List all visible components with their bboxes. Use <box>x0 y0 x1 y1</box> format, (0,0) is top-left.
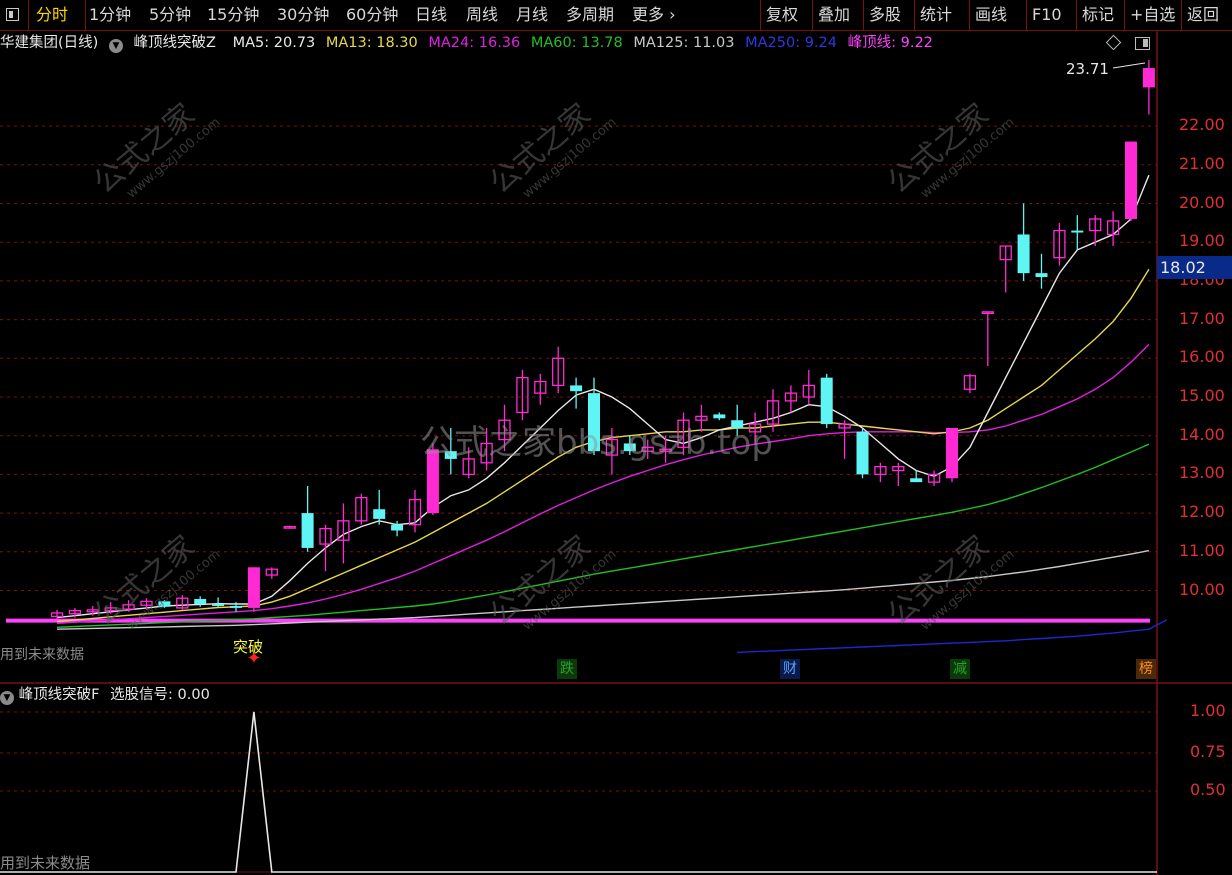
peak-arrow <box>1112 62 1146 69</box>
news-badge-2[interactable]: 减 <box>950 659 970 679</box>
tab-period-4[interactable]: 30分钟 <box>277 0 329 30</box>
price-axis-label-5: 17.00 <box>1179 308 1225 328</box>
toolbar-button-3[interactable]: 统计 <box>920 0 952 30</box>
candle-body-11 <box>247 567 260 608</box>
price-axis-label-7: 15.00 <box>1179 386 1225 405</box>
candle-body-19 <box>391 524 404 531</box>
candle-body-45 <box>856 431 869 475</box>
main-future-data-note: 用到未来数据 <box>0 647 84 663</box>
tab-period-7[interactable]: 周线 <box>466 0 498 30</box>
price-axis-label-8: 14.00 <box>1179 424 1225 444</box>
candle-body-8 <box>194 599 207 605</box>
candle-body-50 <box>946 427 958 479</box>
tab-period-5[interactable]: 60分钟 <box>346 0 398 30</box>
signal-axis-label-2: 0.50 <box>1190 780 1226 799</box>
candle-body-61 <box>1142 68 1155 88</box>
candle-body-48 <box>910 478 923 483</box>
tab-period-8[interactable]: 月线 <box>516 0 548 30</box>
candle-body-29 <box>570 385 583 392</box>
price-axis-label-2: 20.00 <box>1179 192 1225 212</box>
toolbar-button-8[interactable]: 返回 <box>1187 0 1219 30</box>
news-badge-0[interactable]: 跌 <box>557 659 577 679</box>
candle-body-14 <box>301 513 314 548</box>
toolbar-button-2[interactable]: 多股 <box>869 0 901 30</box>
price-axis-label-11: 11.00 <box>1179 540 1225 560</box>
price-axis-label-0: 22.00 <box>1179 115 1225 135</box>
tab-period-2[interactable]: 5分钟 <box>149 0 191 30</box>
window-toggle-icon[interactable] <box>6 8 19 21</box>
center-watermark: 公式之家bbs.gszb.top <box>420 423 773 463</box>
breakout-label: 突破 <box>233 638 264 656</box>
news-badge-3[interactable]: 榜 <box>1136 659 1156 679</box>
price-axis-label-10: 12.00 <box>1179 502 1225 522</box>
toolbar-button-1[interactable]: 叠加 <box>818 0 850 30</box>
signal-axis-label-1: 0.75 <box>1190 742 1226 761</box>
price-axis-label-3: 19.00 <box>1179 231 1225 251</box>
signal-line <box>0 711 1157 873</box>
tab-period-3[interactable]: 15分钟 <box>207 0 259 30</box>
price-axis-label-1: 21.00 <box>1179 153 1225 173</box>
sub-future-data-note: 用到未来数据 <box>0 854 91 872</box>
candle-body-60 <box>1125 141 1137 219</box>
candle-body-10 <box>230 605 242 608</box>
ma250-line <box>737 619 1168 654</box>
candle-body-18 <box>373 509 386 519</box>
sub-indicator-name: 峰顶线突破F <box>18 687 100 703</box>
candle-body-55 <box>1035 273 1048 278</box>
peak-price-label: 23.71 <box>1066 60 1109 78</box>
candle-body-9 <box>212 604 225 606</box>
toolbar-button-0[interactable]: 复权 <box>766 0 798 30</box>
current-price-tag: 18.02 <box>1157 256 1232 279</box>
tab-period-6[interactable]: 日线 <box>415 0 447 30</box>
tab-period-1[interactable]: 1分钟 <box>89 0 131 30</box>
toolbar-button-4[interactable]: 画线 <box>975 0 1007 30</box>
chevron-down-icon[interactable]: ▼ <box>0 691 14 705</box>
sub-info-bar: ▼ 峰顶线突破F 选股信号: 0.00 <box>0 684 210 706</box>
signal-axis-label-0: 1.00 <box>1190 701 1226 720</box>
candle-body-43 <box>820 377 833 425</box>
candle-body-54 <box>1017 234 1030 274</box>
sub-signal-value: 选股信号: 0.00 <box>110 687 210 703</box>
tab-period-10[interactable]: 更多 › <box>632 0 676 30</box>
news-badge-1[interactable]: 财 <box>780 659 800 679</box>
price-axis-label-6: 16.00 <box>1179 347 1225 367</box>
period-toolbar: 分时 1分钟 5分钟 15分钟 30分钟 60分钟 日线 周线 月线 多周期 更多 › 复权 叠加 多股… <box>0 0 1232 31</box>
tab-period-9[interactable]: 多周期 <box>566 0 614 30</box>
toolbar-button-6[interactable]: 标记 <box>1082 0 1114 30</box>
price-axis-label-12: 10.00 <box>1179 579 1225 599</box>
tab-period-0[interactable]: 分时 <box>36 0 68 30</box>
panel-toggle-icon[interactable] <box>1135 37 1150 50</box>
price-axis-label-9: 13.00 <box>1179 463 1225 483</box>
toolbar-button-7[interactable]: +自选 <box>1130 0 1175 30</box>
candle-body-57 <box>1071 230 1084 233</box>
toolbar-button-5[interactable]: F10 <box>1032 0 1062 30</box>
